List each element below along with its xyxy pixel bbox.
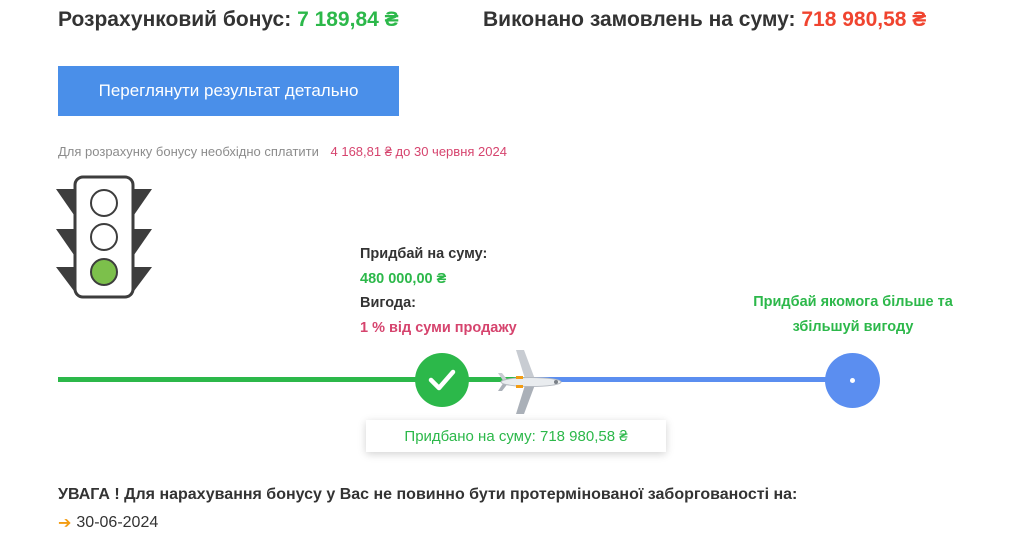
summary-header: Розрахунковий бонус: 7 189,84 ₴ Виконано… <box>58 8 1024 38</box>
buy-label: Придбай на суму: <box>360 246 488 262</box>
check-icon <box>428 369 456 391</box>
next-tier-dot <box>850 378 855 383</box>
debt-warning: УВАГА ! Для нарахування бонусу у Вас не … <box>58 486 798 503</box>
next-tier-hint: Придбай якомога більше та збільшуй вигод… <box>730 290 976 340</box>
tier-info: Придбай на суму: 480 000,00 ₴ Вигода: 1 … <box>360 242 517 340</box>
orders-total: Виконано замовлень на суму: 718 980,58 ₴ <box>483 8 926 32</box>
orders-label: Виконано замовлень на суму: <box>483 8 796 31</box>
airplane-icon <box>498 350 562 414</box>
debt-deadline: ➔ 30-06-2024 <box>58 513 158 533</box>
green-lamp <box>90 258 118 286</box>
view-details-button[interactable]: Переглянути результат детально <box>58 66 399 116</box>
payment-note: Для розрахунку бонусу необхідно сплатити… <box>58 144 507 159</box>
next-tier-line2: збільшуй вигоду <box>792 319 914 335</box>
next-tier-line1: Придбай якомога більше та <box>753 294 953 310</box>
yellow-lamp <box>90 223 118 251</box>
orders-value: 718 980,58 ₴ <box>801 8 927 31</box>
progress-remaining-line <box>528 377 838 382</box>
benefit-label: Вигода: <box>360 295 416 311</box>
arrow-right-icon: ➔ <box>58 515 72 532</box>
calculated-bonus: Розрахунковий бонус: 7 189,84 ₴ <box>58 8 399 32</box>
completed-tier-node <box>415 353 469 407</box>
payment-note-text: Для розрахунку бонусу необхідно сплатити <box>58 144 319 159</box>
red-lamp <box>90 189 118 217</box>
bonus-value: 7 189,84 ₴ <box>297 8 399 31</box>
deadline-date: 30-06-2024 <box>76 514 159 531</box>
benefit-value: 1 % від суми продажу <box>360 319 517 336</box>
next-tier-node <box>825 353 880 408</box>
purchased-amount-tooltip: Придбано на суму: 718 980,58 ₴ <box>366 420 666 452</box>
payment-amount: 4 168,81 ₴ до 30 червня 2024 <box>330 144 507 159</box>
traffic-light-icon <box>56 175 152 299</box>
buy-value: 480 000,00 ₴ <box>360 270 447 287</box>
bonus-label: Розрахунковий бонус: <box>58 8 292 31</box>
